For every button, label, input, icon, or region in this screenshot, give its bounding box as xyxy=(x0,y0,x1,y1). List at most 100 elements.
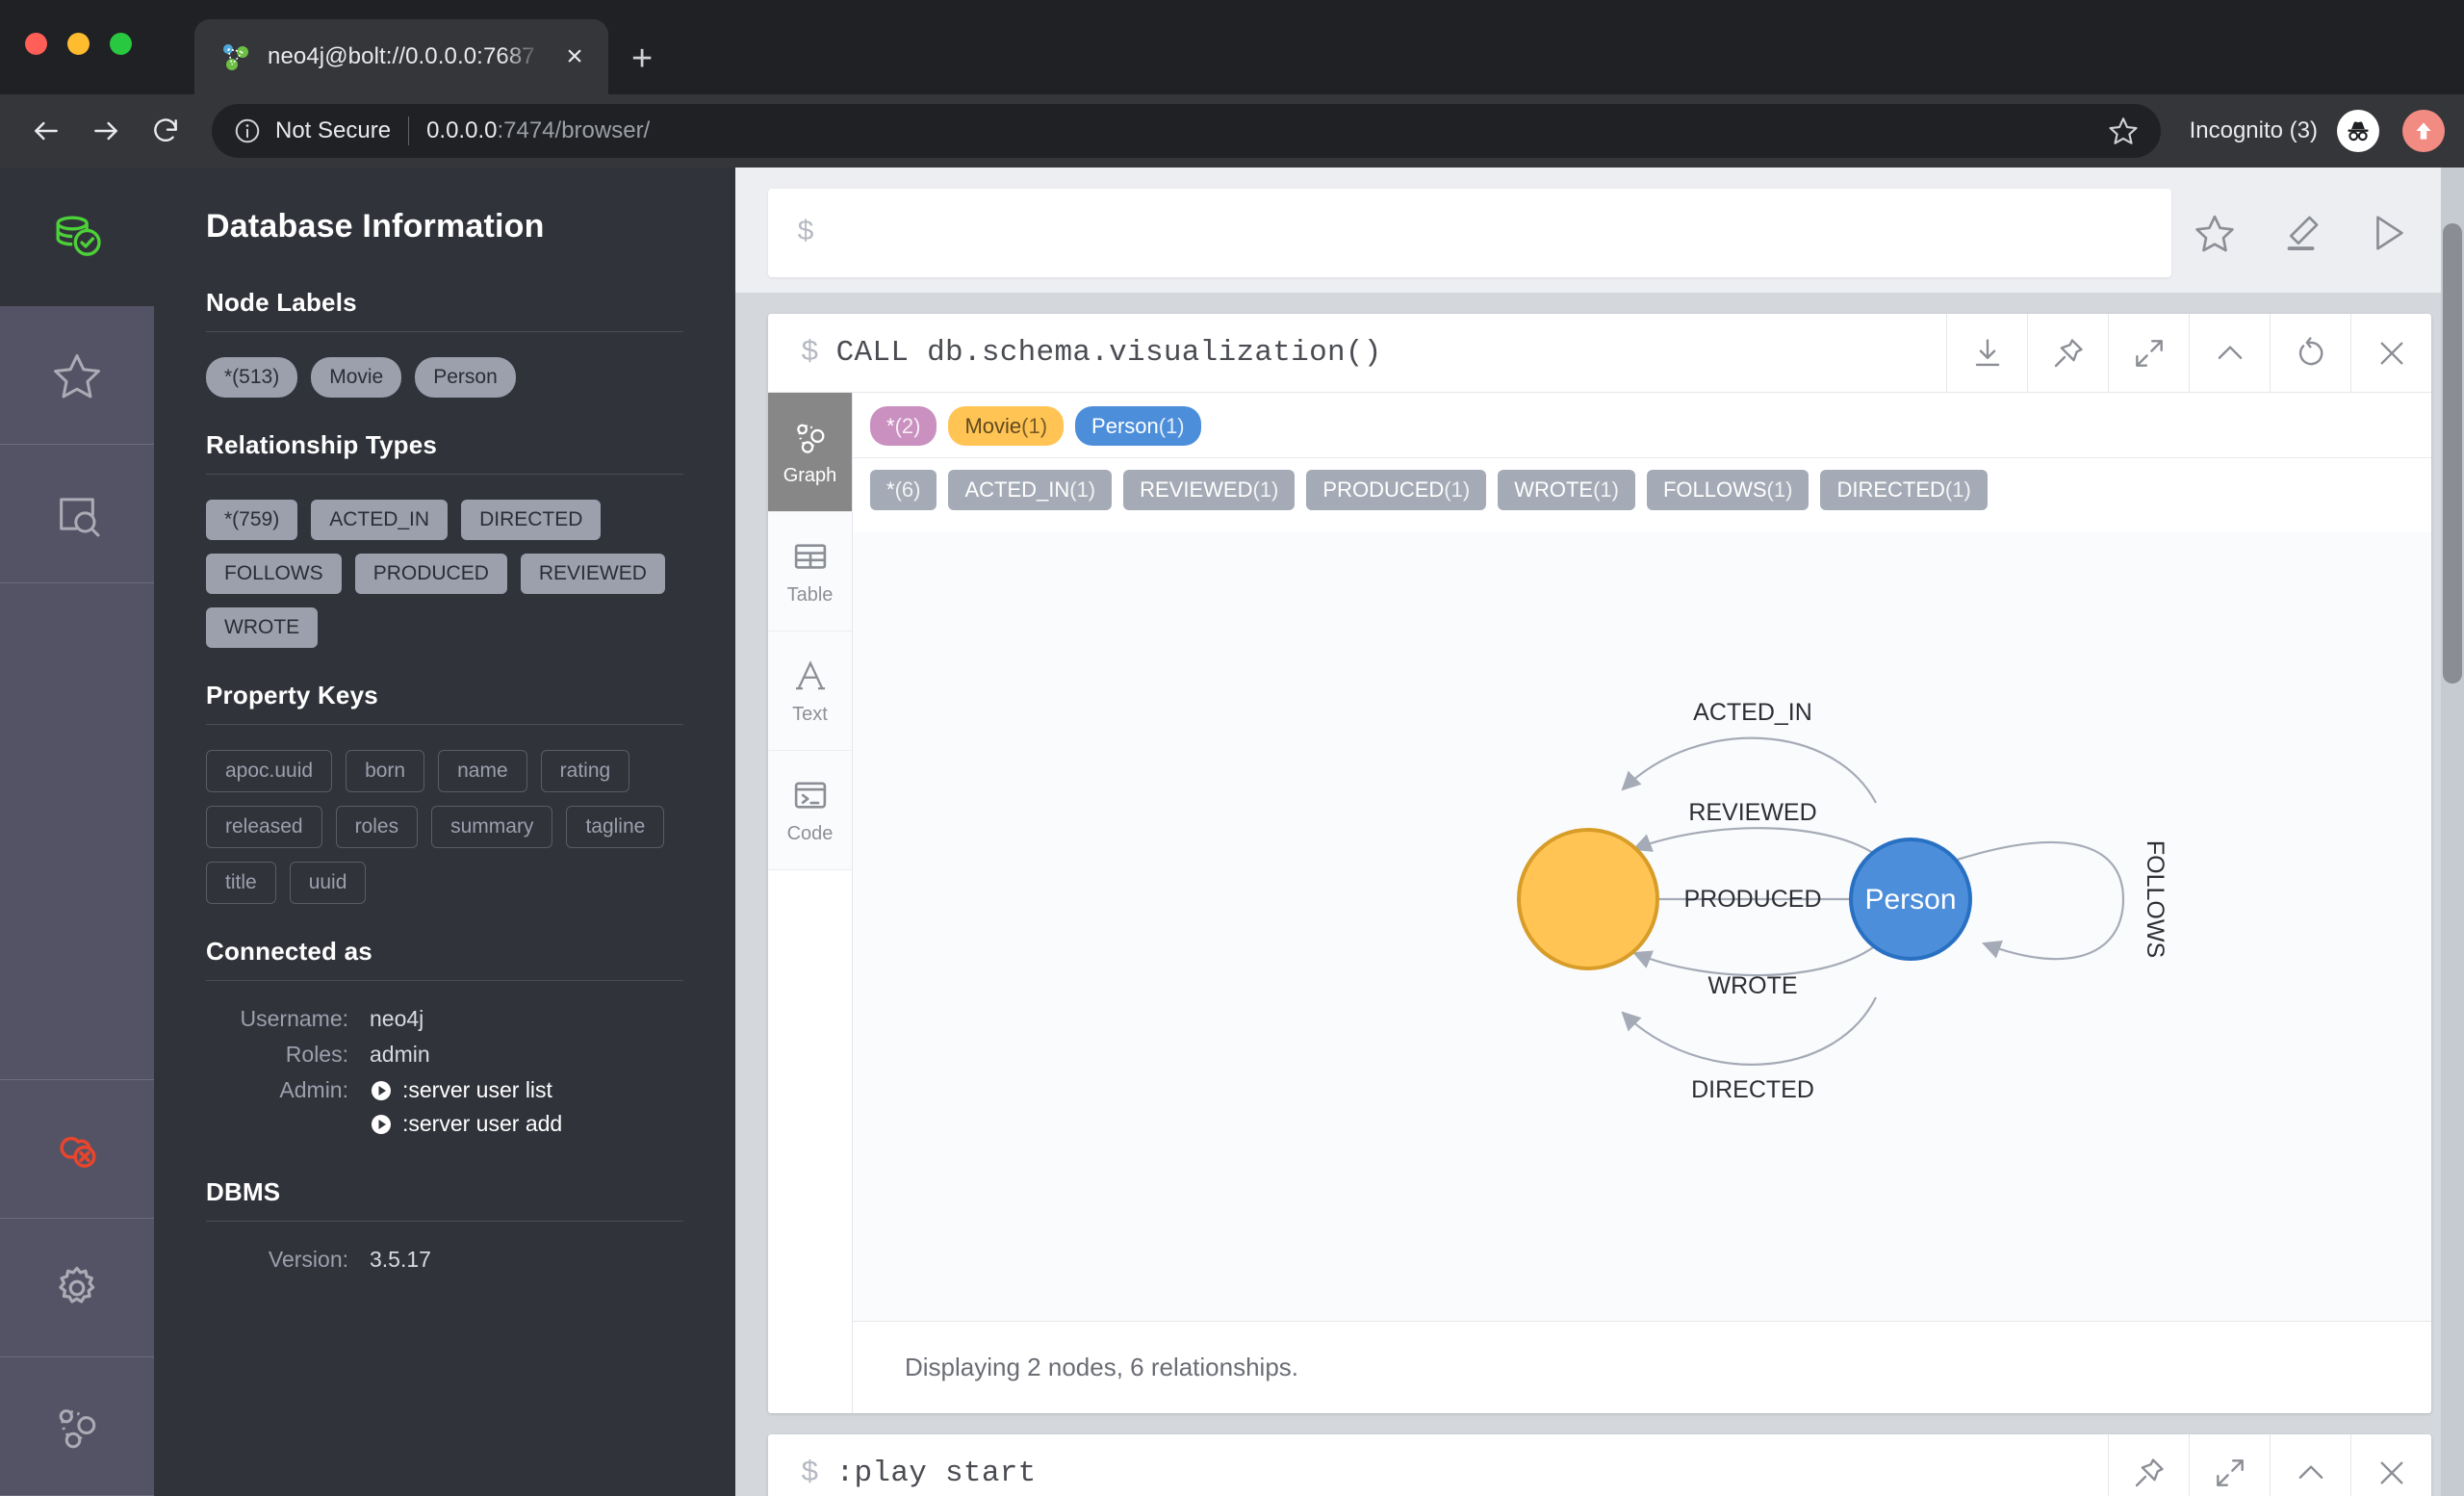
close-window-button[interactable] xyxy=(25,33,47,55)
graph-node-movie[interactable] xyxy=(1517,827,1659,970)
sidebar-item-documents[interactable] xyxy=(0,445,154,583)
clear-editor-button[interactable] xyxy=(2258,189,2345,277)
play-frame-header: $ :play start xyxy=(768,1433,2431,1496)
close-frame-button[interactable] xyxy=(2350,314,2431,392)
play-command-text: :play start xyxy=(835,1456,1037,1490)
bookmark-star-icon[interactable] xyxy=(2107,115,2140,147)
query-editor[interactable]: $ xyxy=(768,189,2171,277)
relationship-type-chip[interactable]: ACTED_IN xyxy=(311,500,449,540)
admin-command-item[interactable]: :server user list xyxy=(370,1077,562,1103)
legend-node-chip[interactable]: Person(1) xyxy=(1075,406,1201,447)
browser-tab[interactable]: neo4j@bolt://0.0.0.0:7687 - Neo × xyxy=(194,19,608,94)
property-key-chip[interactable]: born xyxy=(346,750,425,792)
relationship-legend-row: *(6) ACTED_IN(1) REVIEWED(1) PRODUCED(1)… xyxy=(870,470,2414,510)
admin-commands: :server user list :server user add xyxy=(370,1077,562,1145)
edge-wrote[interactable] xyxy=(1631,943,1877,976)
profile-avatar[interactable] xyxy=(2402,110,2445,152)
minimize-window-button[interactable] xyxy=(67,33,90,55)
legend-label: * xyxy=(886,414,895,438)
admin-command-item[interactable]: :server user add xyxy=(370,1111,562,1137)
property-key-chip[interactable]: tagline xyxy=(566,806,665,848)
sidebar-item-database[interactable] xyxy=(0,168,154,306)
result-frame: $ CALL db.schema.visualization() Graph T… xyxy=(768,314,2431,1413)
info-icon[interactable] xyxy=(233,116,262,145)
node-label-chip[interactable]: *(513) xyxy=(206,357,298,398)
expand-button[interactable] xyxy=(2189,1433,2270,1496)
legend-rel-chip[interactable]: WROTE(1) xyxy=(1498,470,1635,510)
legend-rel-chip[interactable]: PRODUCED(1) xyxy=(1306,470,1487,510)
download-button[interactable] xyxy=(1946,314,2027,392)
play-frame-actions xyxy=(2108,1433,2431,1496)
collapse-button[interactable] xyxy=(2270,1433,2350,1496)
property-key-chip[interactable]: uuid xyxy=(289,862,367,904)
scrollbar-thumb[interactable] xyxy=(2443,223,2462,684)
legend-node-chip[interactable]: *(2) xyxy=(870,406,937,447)
property-key-chip[interactable]: title xyxy=(206,862,276,904)
edge-acted-in[interactable] xyxy=(1621,736,1877,804)
node-labels-heading: Node Labels xyxy=(206,288,357,317)
tab-code[interactable]: Code xyxy=(768,751,852,870)
back-button[interactable] xyxy=(19,104,73,158)
node-label-chip[interactable]: Movie xyxy=(311,357,402,398)
legend-count: (1) xyxy=(1944,477,1971,503)
relationship-type-chip[interactable]: DIRECTED xyxy=(461,500,602,540)
property-key-chip[interactable]: rating xyxy=(540,750,630,792)
edge-directed[interactable] xyxy=(1621,996,1877,1066)
property-keys-section: Property Keys apoc.uuid born name rating… xyxy=(206,681,683,904)
legend-rel-chip[interactable]: FOLLOWS(1) xyxy=(1646,470,1810,510)
maximize-window-button[interactable] xyxy=(110,33,132,55)
property-key-chip[interactable]: apoc.uuid xyxy=(206,750,333,792)
legend-rel-chip[interactable]: REVIEWED(1) xyxy=(1123,470,1296,510)
legend-label: FOLLOWS xyxy=(1662,477,1767,503)
relationship-type-chip[interactable]: REVIEWED xyxy=(520,554,665,594)
graph-canvas[interactable]: Person ACTED_IN REVIEWED PRODUCED WROTE … xyxy=(853,530,2431,1321)
sidebar-item-favorites[interactable] xyxy=(0,306,154,445)
forward-button[interactable] xyxy=(79,104,133,158)
sidebar-item-about[interactable] xyxy=(0,1357,154,1496)
close-frame-button[interactable] xyxy=(2350,1433,2431,1496)
pin-button[interactable] xyxy=(2108,1433,2189,1496)
incognito-icon[interactable] xyxy=(2337,110,2379,152)
property-key-chip[interactable]: released xyxy=(206,806,322,848)
username-label: Username: xyxy=(240,1006,348,1031)
node-legend-row: *(2) Movie(1) Person(1) xyxy=(870,406,2414,447)
favorite-editor-button[interactable] xyxy=(2171,189,2258,277)
tab-graph[interactable]: Graph xyxy=(768,393,852,512)
reload-button[interactable] xyxy=(139,104,192,158)
collapse-button[interactable] xyxy=(2189,314,2270,392)
tab-table[interactable]: Table xyxy=(768,512,852,632)
play-circle-icon xyxy=(370,1079,393,1102)
node-label-chip[interactable]: Person xyxy=(415,357,516,398)
run-query-button[interactable] xyxy=(2345,189,2431,277)
relationship-type-chip[interactable]: PRODUCED xyxy=(354,554,507,594)
sidebar-item-settings[interactable] xyxy=(0,1219,154,1357)
pin-button[interactable] xyxy=(2027,314,2108,392)
tab-text[interactable]: Text xyxy=(768,632,852,751)
relationship-type-chip[interactable]: WROTE xyxy=(206,607,319,648)
edge-reviewed[interactable] xyxy=(1631,826,1877,856)
new-tab-button[interactable]: + xyxy=(631,40,653,77)
expand-button[interactable] xyxy=(2108,314,2189,392)
relationship-type-chip[interactable]: *(759) xyxy=(206,500,298,540)
close-tab-icon[interactable]: × xyxy=(558,42,591,71)
relationship-type-chip[interactable]: FOLLOWS xyxy=(206,554,342,594)
address-bar[interactable]: Not Secure 0.0.0.0:7474/browser/ xyxy=(212,104,2161,158)
property-key-chip[interactable]: name xyxy=(438,750,527,792)
sidebar-item-cloud[interactable] xyxy=(0,1080,154,1219)
legend-rel-chip[interactable]: DIRECTED(1) xyxy=(1820,470,1988,510)
legend-node-chip[interactable]: Movie(1) xyxy=(948,406,1065,447)
property-key-chip[interactable]: roles xyxy=(335,806,419,848)
legend-rel-chip[interactable]: *(6) xyxy=(870,470,937,510)
property-key-chip[interactable]: summary xyxy=(431,806,553,848)
stream-scrollbar[interactable] xyxy=(2441,168,2464,1496)
drawer-title: Database Information xyxy=(206,208,545,245)
graph-svg[interactable]: Person ACTED_IN REVIEWED PRODUCED WROTE … xyxy=(853,531,2431,1321)
window-controls xyxy=(25,33,132,55)
graph-view: *(2) Movie(1) Person(1) *(6) ACTED_IN(1)… xyxy=(853,393,2431,1413)
admin-command-text: :server user list xyxy=(402,1077,552,1102)
version-label: Version: xyxy=(268,1247,348,1272)
prompt-glyph: $ xyxy=(801,1456,819,1490)
legend-rel-chip[interactable]: ACTED_IN(1) xyxy=(948,470,1113,510)
play-circle-icon xyxy=(370,1113,393,1136)
rerun-button[interactable] xyxy=(2270,314,2350,392)
